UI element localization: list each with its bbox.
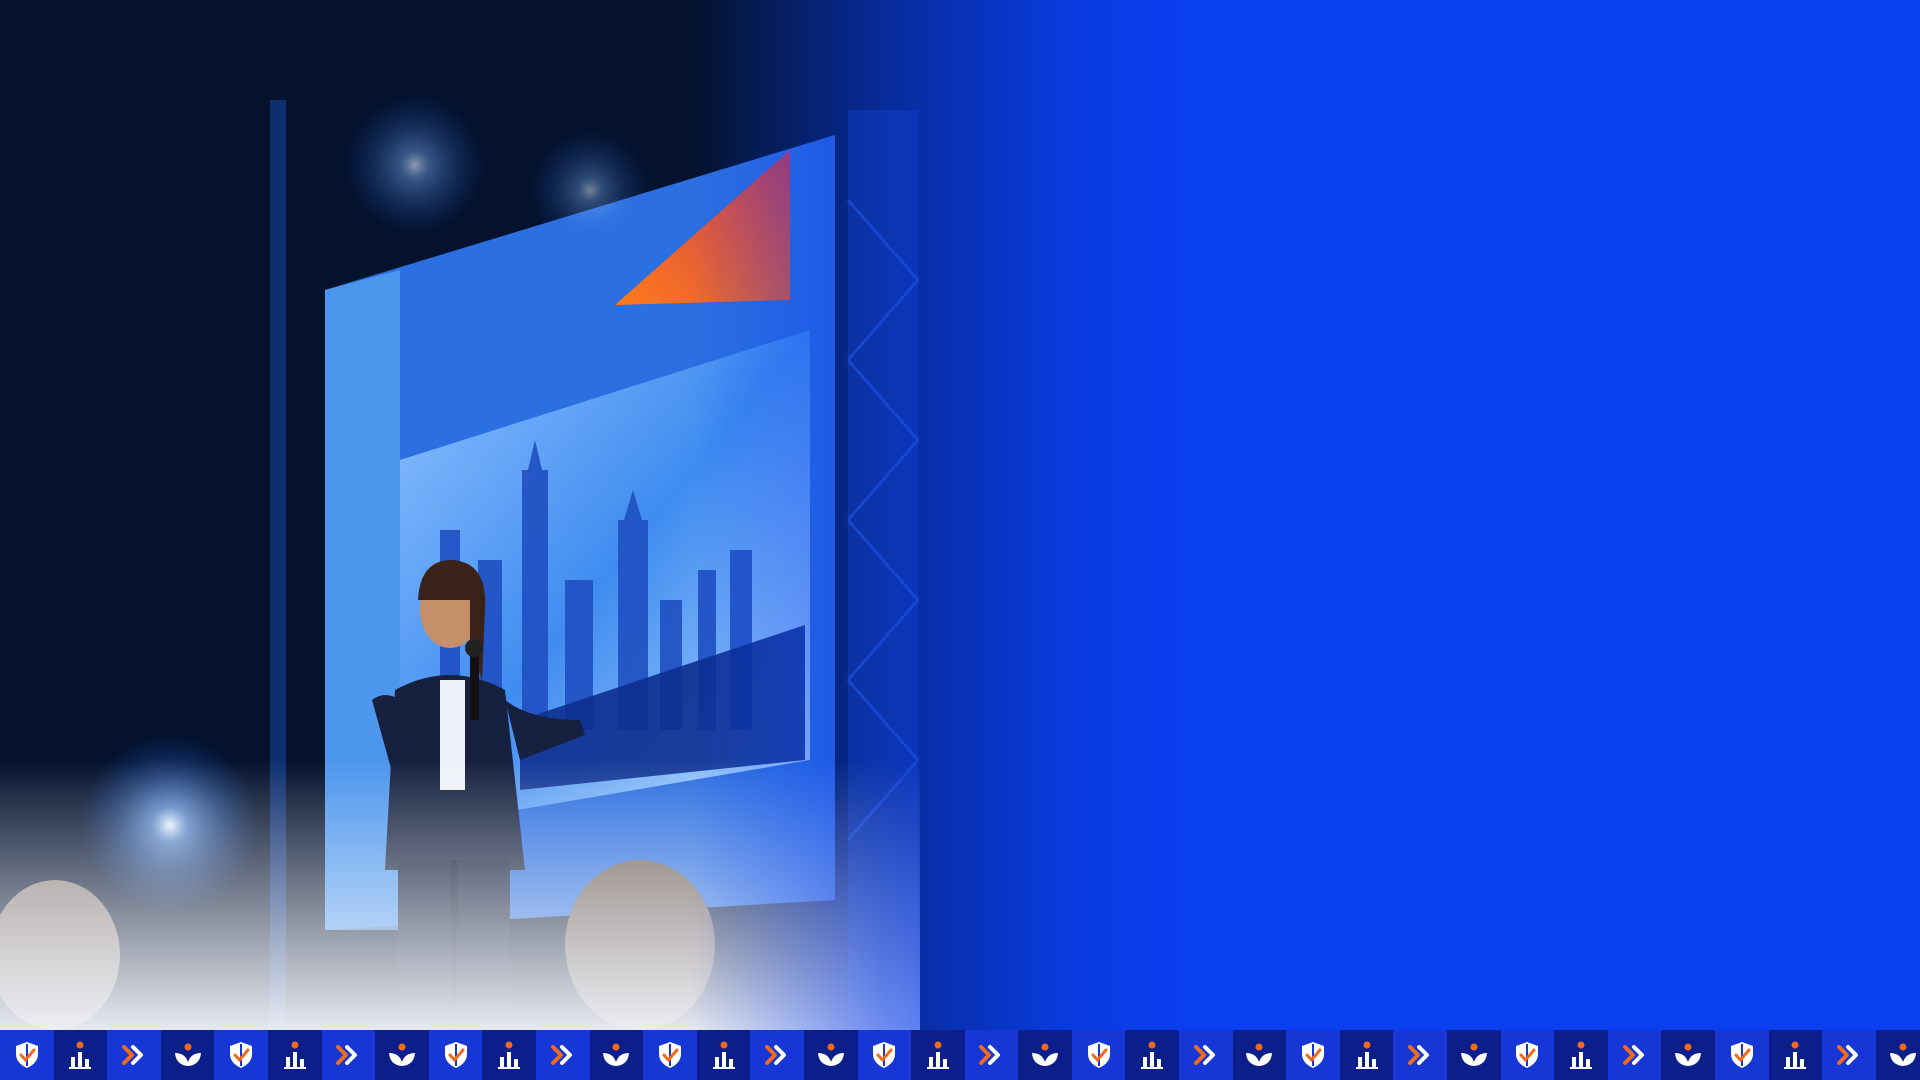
icon-tile: [803, 1030, 858, 1080]
people-chart-icon: [708, 1039, 740, 1071]
icon-tile: [696, 1030, 751, 1080]
icon-tile: [214, 1030, 268, 1080]
icon-tile: [482, 1030, 536, 1080]
icon-tile: [1071, 1030, 1126, 1080]
double-chevron-icon: [1619, 1039, 1651, 1071]
icon-tile: [53, 1030, 108, 1080]
icon-tile: [1768, 1030, 1823, 1080]
double-chevron-icon: [761, 1039, 793, 1071]
sprout-icon: [172, 1039, 204, 1071]
people-chart-icon: [64, 1039, 96, 1071]
shield-check-icon: [440, 1039, 472, 1071]
double-chevron-icon: [1833, 1039, 1865, 1071]
icon-tile: [107, 1030, 161, 1080]
hero-banner: [0, 0, 1920, 1080]
icon-tile: [1875, 1030, 1920, 1080]
sprout-icon: [815, 1039, 847, 1071]
double-chevron-icon: [547, 1039, 579, 1071]
double-chevron-icon: [118, 1039, 150, 1071]
icon-pattern-strip: [0, 1030, 1920, 1080]
double-chevron-icon: [1404, 1039, 1436, 1071]
icon-tile: [1339, 1030, 1394, 1080]
icon-tile: [643, 1030, 697, 1080]
icon-tile: [1018, 1030, 1072, 1080]
people-chart-icon: [493, 1039, 525, 1071]
icon-tile: [1447, 1030, 1501, 1080]
sprout-icon: [600, 1039, 632, 1071]
icon-tile: [857, 1030, 912, 1080]
icon-tile: [160, 1030, 215, 1080]
shield-check-icon: [1297, 1039, 1329, 1071]
shield-check-icon: [1726, 1039, 1758, 1071]
icon-tile: [428, 1030, 483, 1080]
icon-tile: [964, 1030, 1019, 1080]
icon-tile: [1179, 1030, 1233, 1080]
icon-tile: [1125, 1030, 1180, 1080]
people-chart-icon: [922, 1039, 954, 1071]
icon-tile: [911, 1030, 965, 1080]
icon-tile: [1286, 1030, 1340, 1080]
icon-tile: [375, 1030, 429, 1080]
icon-tile: [1661, 1030, 1715, 1080]
sprout-icon: [1458, 1039, 1490, 1071]
double-chevron-icon: [975, 1039, 1007, 1071]
shield-check-icon: [11, 1039, 43, 1071]
icon-tile: [321, 1030, 376, 1080]
shield-check-icon: [654, 1039, 686, 1071]
people-chart-icon: [1351, 1039, 1383, 1071]
icon-tile: [0, 1030, 54, 1080]
shield-check-icon: [225, 1039, 257, 1071]
shield-check-icon: [1083, 1039, 1115, 1071]
icon-tile: [1607, 1030, 1662, 1080]
icon-tile: [1554, 1030, 1608, 1080]
double-chevron-icon: [1190, 1039, 1222, 1071]
sprout-icon: [1887, 1039, 1919, 1071]
icon-tile: [1822, 1030, 1876, 1080]
blue-gradient-overlay: [0, 0, 1920, 1030]
people-chart-icon: [1779, 1039, 1811, 1071]
icon-tile: [1393, 1030, 1448, 1080]
icon-tile: [1232, 1030, 1287, 1080]
sprout-icon: [1029, 1039, 1061, 1071]
people-chart-icon: [1136, 1039, 1168, 1071]
icon-tile: [535, 1030, 590, 1080]
icon-tile: [1500, 1030, 1555, 1080]
icon-tile: [267, 1030, 322, 1080]
double-chevron-icon: [332, 1039, 364, 1071]
sprout-icon: [1243, 1039, 1275, 1071]
icon-tile: [589, 1030, 644, 1080]
icon-tile: [750, 1030, 804, 1080]
sprout-icon: [1672, 1039, 1704, 1071]
icon-tile: [1715, 1030, 1769, 1080]
people-chart-icon: [279, 1039, 311, 1071]
shield-check-icon: [868, 1039, 900, 1071]
people-chart-icon: [1565, 1039, 1597, 1071]
sprout-icon: [386, 1039, 418, 1071]
shield-check-icon: [1511, 1039, 1543, 1071]
